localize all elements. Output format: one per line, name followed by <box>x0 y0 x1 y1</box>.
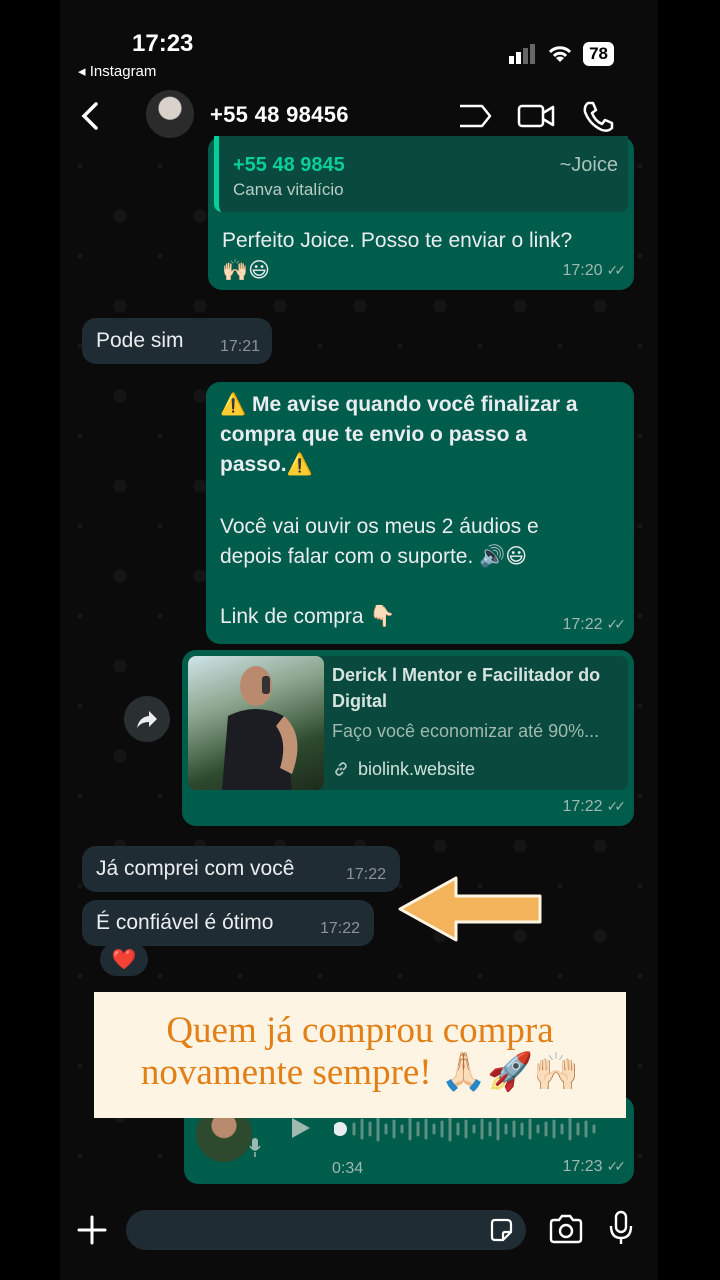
message-time: 17:21 <box>219 338 260 355</box>
play-icon[interactable] <box>290 1116 312 1140</box>
back-icon[interactable] <box>74 98 110 134</box>
message-text: Pode sim <box>96 329 184 352</box>
link-title: Digital <box>332 691 388 711</box>
read-ticks-icon: ✓✓ <box>606 798 627 814</box>
caption-line: Quem já comprou compra <box>166 1010 554 1051</box>
caption-line: novamente sempre! 🙏🏻🚀🙌🏻 <box>140 1052 580 1093</box>
message-time: 17:22 <box>319 920 360 937</box>
message-time: 17:20 ✓✓ <box>562 262 627 280</box>
read-ticks-icon: ✓✓ <box>606 262 627 278</box>
audio-duration: 0:34 <box>332 1160 364 1177</box>
status-icons: 78 <box>509 42 614 66</box>
back-to-app-link[interactable]: ◂ Instagram <box>78 62 156 80</box>
message-outgoing[interactable]: +55 48 9845 ~Joice Canva vitalício Perfe… <box>208 136 634 290</box>
promo-caption: Quem já comprou compra novamente sempre!… <box>94 992 626 1118</box>
share-icon <box>137 711 157 728</box>
link-description: Faço você economizar até 90%... <box>332 721 600 741</box>
message-time: 17:22 ✓✓ <box>562 616 627 634</box>
message-emoji: 🙌🏻😃 <box>222 259 271 282</box>
voice-call-icon[interactable] <box>578 98 618 134</box>
message-outgoing[interactable]: ⚠️ Me avise quando você finalizar a comp… <box>206 382 634 644</box>
person-photo <box>222 666 298 790</box>
label-icon[interactable] <box>454 98 494 134</box>
mic-badge-icon <box>249 1138 261 1157</box>
sticker-icon[interactable] <box>488 1217 514 1243</box>
link-thumbnail <box>188 656 324 790</box>
wifi-icon <box>549 46 572 62</box>
message-line: compra que te envio o passo a <box>220 423 527 446</box>
message-line: Você vai ouvir os meus 2 áudios e <box>220 515 539 538</box>
message-link-preview[interactable]: Derick l Mentor e Facilitador do Digital… <box>182 650 634 826</box>
message-text: É confiável é ótimo <box>96 911 274 934</box>
message-input-bar <box>60 1196 658 1280</box>
message-line: ⚠️ Me avise quando você finalizar a <box>220 393 578 416</box>
message-line: depois falar com o suporte. 🔊😃 <box>220 545 528 568</box>
message-line: Link de compra 👇🏻 <box>220 605 396 628</box>
time-text: 17:22 <box>562 616 603 633</box>
signal-icon <box>509 44 536 64</box>
message-text: Já comprei com você <box>96 857 295 880</box>
quote-number: +55 48 9845 <box>233 154 345 176</box>
highlight-arrow-icon <box>398 876 542 942</box>
camera-icon[interactable] <box>548 1214 584 1244</box>
message-line: passo.⚠️ <box>220 453 313 476</box>
message-incoming[interactable]: Já comprei com você 17:22 <box>82 846 400 892</box>
time-text: 17:23 <box>562 1158 603 1175</box>
time-text: 17:20 <box>562 262 603 279</box>
message-incoming[interactable]: É confiável é ótimo 17:22 <box>82 900 374 946</box>
forward-button[interactable] <box>124 696 170 742</box>
battery-level: 78 <box>583 42 614 66</box>
link-url[interactable]: biolink.website <box>358 754 475 784</box>
status-time: 17:23 <box>132 30 194 57</box>
link-icon <box>335 762 347 776</box>
message-incoming[interactable]: Pode sim 17:21 <box>82 318 272 364</box>
time-text: 17:22 <box>562 798 603 815</box>
quote-author: ~Joice <box>559 154 618 176</box>
back-app-label: Instagram <box>89 63 157 80</box>
message-time: 17:22 ✓✓ <box>562 798 627 816</box>
mic-icon[interactable] <box>608 1210 634 1246</box>
audio-waveform[interactable] <box>334 1114 604 1144</box>
contact-name[interactable]: +55 48 98456 <box>210 102 349 128</box>
message-time: 17:22 <box>345 866 386 883</box>
heart-reaction[interactable]: ❤️ <box>100 942 148 976</box>
message-text: Perfeito Joice. Posso te enviar o link? <box>222 229 573 252</box>
quoted-message[interactable]: +55 48 9845 ~Joice Canva vitalício <box>214 136 628 212</box>
plus-icon[interactable] <box>76 1214 108 1246</box>
phone-screen: 17:23 ◂ Instagram 78 +55 48 98456 +55 48… <box>60 0 658 1280</box>
read-ticks-icon: ✓✓ <box>606 616 627 632</box>
message-time: 17:23 ✓✓ <box>562 1158 627 1176</box>
chat-area: +55 48 9845 ~Joice Canva vitalício Perfe… <box>60 136 658 1196</box>
video-call-icon[interactable] <box>516 98 556 134</box>
read-ticks-icon: ✓✓ <box>606 1158 627 1174</box>
status-bar: 17:23 ◂ Instagram 78 <box>60 0 658 90</box>
avatar[interactable] <box>146 90 194 138</box>
quote-text: Canva vitalício <box>233 180 344 199</box>
message-input[interactable] <box>126 1210 526 1250</box>
